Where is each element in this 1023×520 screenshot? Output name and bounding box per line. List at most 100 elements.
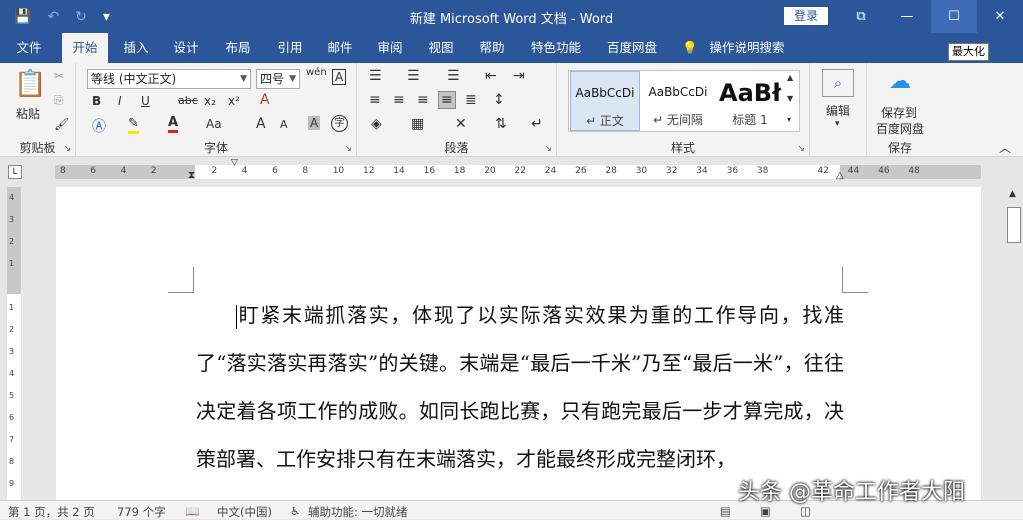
paste-icon[interactable]: 📋 (14, 69, 46, 99)
copy-icon[interactable]: ⎘ (54, 93, 64, 108)
ruler-tick-label: 6 (90, 166, 97, 176)
justify-icon[interactable]: ≡ (438, 91, 456, 109)
clipboard-launcher-icon[interactable]: ↘ (63, 144, 71, 154)
highlight-color-icon[interactable]: ✎ (128, 116, 139, 134)
text-effects-icon[interactable]: Ⓐ (92, 116, 106, 136)
accessibility-icon[interactable]: ♿ (290, 504, 300, 518)
tab-view[interactable]: 视图 (421, 33, 461, 63)
close-button[interactable]: ✕ (977, 0, 1023, 33)
style-heading-1[interactable]: AaBł 标题 1 (716, 71, 784, 131)
styles-launcher-icon[interactable]: ↘ (797, 144, 805, 154)
align-right-icon[interactable]: ≡ (417, 92, 429, 108)
show-marks-icon[interactable]: ↵ (531, 116, 543, 132)
proofing-icon[interactable]: 📖 (185, 504, 199, 518)
tab-selector-icon[interactable]: L (8, 165, 22, 179)
tab-mailings[interactable]: 邮件 (320, 33, 360, 63)
character-shading-icon[interactable]: A (308, 116, 321, 130)
character-border-icon[interactable]: A (332, 69, 347, 85)
save-icon[interactable]: 💾 (14, 9, 31, 25)
vertical-scrollbar[interactable]: ▲ (1005, 187, 1023, 500)
font-size-combo[interactable]: 四号 ▼ (256, 69, 300, 89)
format-painter-icon[interactable]: 🖌 (54, 117, 69, 131)
page-count[interactable]: 第 1 页，共 2 页 (8, 504, 95, 520)
italic-button[interactable]: I (118, 94, 122, 108)
tab-help[interactable]: 帮助 (472, 33, 512, 63)
font-launcher-icon[interactable]: ↘ (344, 144, 352, 154)
gallery-up-icon[interactable]: ▲ (787, 73, 793, 82)
language-indicator[interactable]: 中文(中国) (217, 504, 272, 520)
print-layout-icon[interactable]: ▣ (760, 504, 771, 518)
bold-button[interactable]: B (92, 94, 101, 108)
superscript-button[interactable]: x² (228, 94, 240, 108)
change-case-button[interactable]: Aa (206, 117, 222, 131)
tab-file[interactable]: 文件 (8, 33, 50, 63)
decrease-indent-icon[interactable]: ⇤ (485, 68, 497, 84)
tab-design[interactable]: 设计 (166, 33, 206, 63)
accessibility-status[interactable]: 辅助功能: 一切就绪 (308, 504, 408, 520)
search-icon[interactable]: ⌕ (822, 69, 854, 97)
clear-formatting-icon[interactable]: A (260, 92, 270, 108)
tab-baidu-netdisk[interactable]: 百度网盘 (600, 33, 664, 63)
subscript-button[interactable]: x₂ (204, 94, 216, 108)
borders-icon[interactable]: ▦ (411, 116, 424, 132)
undo-icon[interactable]: ↶ (47, 9, 59, 25)
style-preview: AaBł (719, 79, 781, 107)
cut-icon[interactable]: ✂ (54, 69, 64, 83)
line-spacing-icon[interactable]: ↕ (493, 92, 505, 108)
web-layout-icon[interactable]: ◫ (800, 504, 811, 518)
enclose-characters-icon[interactable]: 字 (331, 115, 348, 132)
ribbon-display-options-button[interactable]: ⧉ (838, 0, 884, 33)
gallery-down-icon[interactable]: ▼ (787, 94, 793, 103)
tell-me-search[interactable]: 操作说明搜索 (704, 33, 790, 63)
shrink-font-icon[interactable]: A (280, 118, 288, 131)
paste-button[interactable]: 粘贴 (16, 105, 40, 122)
ruler-tick-label: 24 (544, 166, 557, 176)
editing-button[interactable]: 编辑 (826, 102, 850, 119)
scroll-thumb[interactable] (1007, 207, 1021, 243)
sort-icon[interactable]: ⇅ (495, 116, 507, 132)
redo-icon[interactable]: ↻ (75, 9, 87, 25)
underline-button[interactable]: U (141, 94, 150, 108)
font-color-icon[interactable]: A (168, 115, 179, 133)
document-page[interactable]: 盯紧末端抓落实，体现了以实际落实效果为重的工作导向，找准了“落实落实再落实”的关… (56, 187, 981, 500)
font-name-combo[interactable]: 等线 (中文正文) ▼ (87, 69, 251, 89)
document-paragraph[interactable]: 盯紧末端抓落实，体现了以实际落实效果为重的工作导向，找准了“落实落实再落实”的关… (196, 291, 844, 483)
shading-icon[interactable]: ◈ (371, 116, 382, 132)
login-button[interactable]: 登录 (784, 7, 828, 25)
paragraph-launcher-icon[interactable]: ↘ (544, 144, 552, 154)
style-normal[interactable]: AaBbCcDi ↵ 正文 (570, 71, 640, 131)
bullets-icon[interactable]: ☰ (369, 68, 382, 84)
tab-insert[interactable]: 插入 (116, 33, 156, 63)
distributed-icon[interactable]: ≣ (465, 92, 477, 108)
tab-special-features[interactable]: 特色功能 (524, 33, 588, 63)
save-to-line1[interactable]: 保存到 (881, 104, 917, 121)
word-count[interactable]: 779 个字 (117, 504, 166, 520)
save-to-line2[interactable]: 百度网盘 (876, 120, 924, 137)
tab-review[interactable]: 审阅 (370, 33, 410, 63)
tab-layout[interactable]: 布局 (218, 33, 258, 63)
grow-font-icon[interactable]: A (256, 116, 266, 132)
focus-mode-icon[interactable]: ▤ (720, 504, 731, 518)
style-no-spacing[interactable]: AaBbCcDi ↵ 无间隔 (642, 71, 714, 131)
align-left-icon[interactable]: ≡ (369, 92, 381, 108)
phonetic-guide-icon[interactable]: wén (306, 67, 327, 78)
tab-references[interactable]: 引用 (270, 33, 310, 63)
scroll-up-icon[interactable]: ▲ (1009, 189, 1016, 199)
gallery-more-icon[interactable]: ▾ (787, 115, 791, 124)
customize-qat-icon[interactable]: ▾ (103, 9, 110, 25)
first-line-indent-icon[interactable]: ▽ (231, 158, 238, 168)
align-center-icon[interactable]: ≡ (393, 92, 405, 108)
right-indent-icon[interactable]: △ (836, 170, 844, 181)
baidu-netdisk-icon[interactable]: ☁ (889, 69, 911, 94)
strikethrough-button[interactable]: abc (178, 94, 198, 107)
numbering-icon[interactable]: ☰ (407, 68, 420, 84)
chinese-layout-icon[interactable]: ✕ (455, 116, 467, 132)
collapse-ribbon-icon[interactable]: ︿ (999, 139, 1011, 156)
tab-home[interactable]: 开始 (62, 33, 108, 63)
maximize-button[interactable]: ☐ (931, 0, 977, 33)
indent-marker-icon[interactable]: ⧗ (188, 170, 195, 181)
minimize-button[interactable]: — (884, 0, 930, 33)
paragraph-text: 盯紧末端抓落实，体现了以实际落实效果为重的工作导向，找准了“落实落实再落实”的关… (196, 303, 844, 471)
multilevel-list-icon[interactable]: ☰ (447, 68, 460, 84)
increase-indent-icon[interactable]: ⇥ (513, 68, 525, 84)
